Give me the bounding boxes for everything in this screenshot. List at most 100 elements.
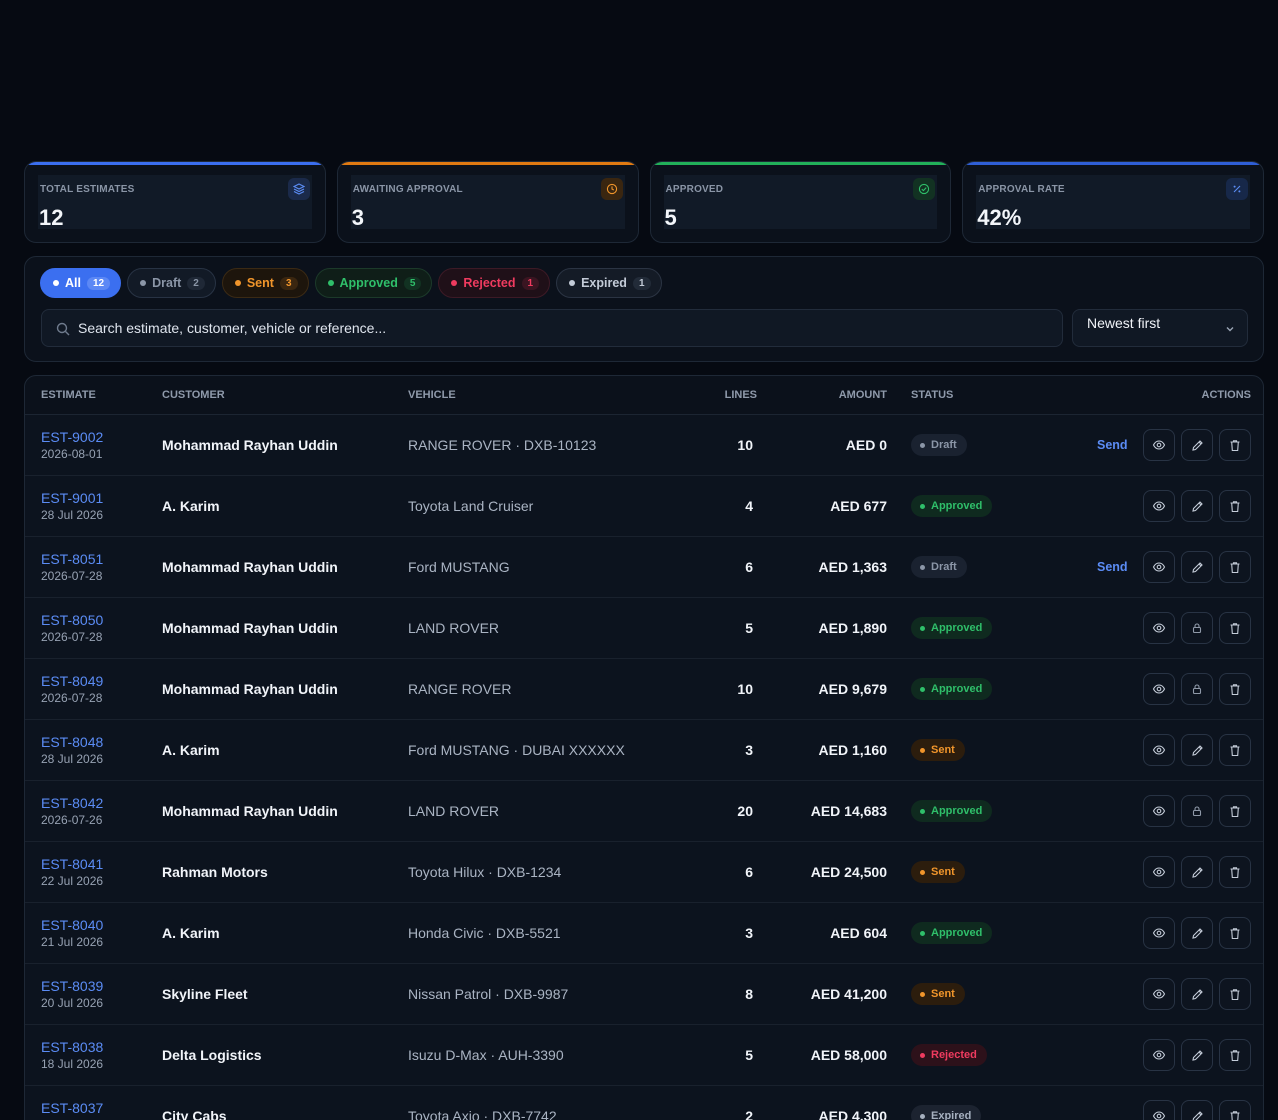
eye-icon <box>1152 865 1166 879</box>
line-count: 3 <box>745 742 753 758</box>
table-row[interactable]: EST-8050 2026-07-28 Mohammad Rayhan Uddin L… <box>25 598 1263 659</box>
estimate-link[interactable]: EST-8042 <box>41 795 103 811</box>
estimate-link[interactable]: EST-8050 <box>41 612 103 628</box>
col-actions: ACTIONS <box>1201 389 1252 401</box>
kpi-value: 42% <box>977 205 1022 230</box>
estimate-cell: EST-8049 2026-07-28 <box>41 673 103 705</box>
view-button[interactable] <box>1143 978 1175 1010</box>
trash-icon <box>1229 744 1241 757</box>
table-row[interactable]: EST-9001 28 Jul 2026 A. Karim Toyota Land C… <box>25 476 1263 537</box>
pencil-icon <box>1191 439 1204 452</box>
line-count: 10 <box>737 681 753 697</box>
edit-button[interactable] <box>1181 1100 1213 1120</box>
locked-button[interactable] <box>1181 612 1213 644</box>
delete-button[interactable] <box>1219 1039 1251 1071</box>
status-dot <box>920 1052 925 1058</box>
estimate-date: 28 Jul 2026 <box>41 508 104 522</box>
delete-button[interactable] <box>1219 978 1251 1010</box>
estimate-link[interactable]: EST-9002 <box>41 429 103 445</box>
filter-pill-sent[interactable]: Sent 3 <box>221 268 309 298</box>
view-button[interactable] <box>1143 612 1175 644</box>
view-button[interactable] <box>1143 429 1175 461</box>
col-status[interactable]: STATUS <box>911 389 953 401</box>
table-row[interactable]: EST-8040 21 Jul 2026 A. Karim Honda Civic ·… <box>25 903 1263 964</box>
view-button[interactable] <box>1143 1039 1175 1071</box>
view-button[interactable] <box>1143 490 1175 522</box>
table-row[interactable]: EST-8041 22 Jul 2026 Rahman Motors Toyota H… <box>25 842 1263 903</box>
edit-button[interactable] <box>1181 551 1213 583</box>
table-row[interactable]: EST-8042 2026-07-26 Mohammad Rayhan Uddin L… <box>25 781 1263 842</box>
vehicle-name: LAND ROVER <box>408 620 500 636</box>
estimate-link[interactable]: EST-8040 <box>41 917 103 933</box>
delete-button[interactable] <box>1219 917 1251 949</box>
trash-icon <box>1229 561 1241 574</box>
delete-button[interactable] <box>1219 490 1251 522</box>
filter-pill-rejected[interactable]: Rejected 1 <box>438 268 551 298</box>
col-lines[interactable]: LINES <box>725 389 757 401</box>
estimate-cell: EST-8039 20 Jul 2026 <box>41 978 103 1010</box>
view-button[interactable] <box>1143 673 1175 705</box>
edit-button[interactable] <box>1181 490 1213 522</box>
table-row[interactable]: EST-8049 2026-07-28 Mohammad Rayhan Uddin R… <box>25 659 1263 720</box>
table-row[interactable]: EST-8038 18 Jul 2026 Delta Logistics Isuzu … <box>25 1025 1263 1086</box>
search-input[interactable]: Search estimate, customer, vehicle or re… <box>41 309 1063 347</box>
status-label: Approved <box>931 622 983 634</box>
view-button[interactable] <box>1143 734 1175 766</box>
delete-button[interactable] <box>1219 673 1251 705</box>
delete-button[interactable] <box>1219 429 1251 461</box>
view-button[interactable] <box>1143 917 1175 949</box>
send-button[interactable]: Send <box>1097 560 1128 574</box>
edit-button[interactable] <box>1181 1039 1213 1071</box>
table-row[interactable]: EST-8048 28 Jul 2026 A. Karim Ford MUSTANG … <box>25 720 1263 781</box>
estimate-link[interactable]: EST-8037 <box>41 1100 103 1116</box>
estimate-link[interactable]: EST-8049 <box>41 673 103 689</box>
send-button[interactable]: Send <box>1097 438 1128 452</box>
kpi-value: 5 <box>664 205 677 230</box>
view-button[interactable] <box>1143 856 1175 888</box>
sort-select[interactable]: Newest first <box>1072 309 1248 347</box>
delete-button[interactable] <box>1219 734 1251 766</box>
edit-button[interactable] <box>1181 917 1213 949</box>
col-vehicle[interactable]: VEHICLE <box>408 389 456 401</box>
filter-pill-draft[interactable]: Draft 2 <box>127 268 216 298</box>
filter-pill-all[interactable]: All 12 <box>40 268 122 298</box>
edit-button[interactable] <box>1181 429 1213 461</box>
delete-button[interactable] <box>1219 856 1251 888</box>
delete-button[interactable] <box>1219 1100 1251 1120</box>
table-row[interactable]: EST-803716 Jul 2026 City Cabs Toyota Axio … <box>25 1086 1263 1120</box>
estimate-link[interactable]: EST-8039 <box>41 978 103 994</box>
view-button[interactable] <box>1143 1100 1175 1120</box>
estimate-link[interactable]: EST-8048 <box>41 734 103 750</box>
view-button[interactable] <box>1143 795 1175 827</box>
col-amount[interactable]: AMOUNT <box>839 389 887 401</box>
kpi-cards: TOTAL ESTIMATES 12 AWAITING APPROVAL 3 APPRO… <box>24 161 1264 243</box>
estimate-link[interactable]: EST-9001 <box>41 490 103 506</box>
delete-button[interactable] <box>1219 795 1251 827</box>
vehicle-name: Ford MUSTANG · DUBAI XXXXXX <box>408 742 625 758</box>
table-row[interactable]: EST-8051 2026-07-28 Mohammad Rayhan Uddin F… <box>25 537 1263 598</box>
col-estimate[interactable]: ESTIMATE <box>41 389 96 401</box>
estimate-link[interactable]: EST-8038 <box>41 1039 103 1055</box>
customer-name: Skyline Fleet <box>162 986 248 1002</box>
estimate-link[interactable]: EST-8051 <box>41 551 103 567</box>
locked-button[interactable] <box>1181 795 1213 827</box>
table-row[interactable]: EST-8039 20 Jul 2026 Skyline Fleet Nissan P… <box>25 964 1263 1025</box>
estimate-date: 20 Jul 2026 <box>41 996 104 1010</box>
edit-button[interactable] <box>1181 856 1213 888</box>
delete-button[interactable] <box>1219 612 1251 644</box>
locked-button[interactable] <box>1181 673 1213 705</box>
edit-button[interactable] <box>1181 978 1213 1010</box>
table-row[interactable]: EST-9002 2026-08-01 Mohammad Rayhan Uddin R… <box>25 415 1263 476</box>
delete-button[interactable] <box>1219 551 1251 583</box>
filter-pill-expired[interactable]: Expired 1 <box>556 268 662 298</box>
vehicle-name: Isuzu D-Max · AUH-3390 <box>408 1047 564 1063</box>
amount: AED 0 <box>845 437 887 453</box>
line-count: 6 <box>745 864 753 880</box>
filter-pill-label: All <box>65 276 81 290</box>
edit-button[interactable] <box>1181 734 1213 766</box>
view-button[interactable] <box>1143 551 1175 583</box>
filter-pill-approved[interactable]: Approved 5 <box>314 268 433 298</box>
estimate-link[interactable]: EST-8041 <box>41 856 103 872</box>
col-customer[interactable]: CUSTOMER <box>162 389 225 401</box>
trash-icon <box>1229 927 1241 940</box>
